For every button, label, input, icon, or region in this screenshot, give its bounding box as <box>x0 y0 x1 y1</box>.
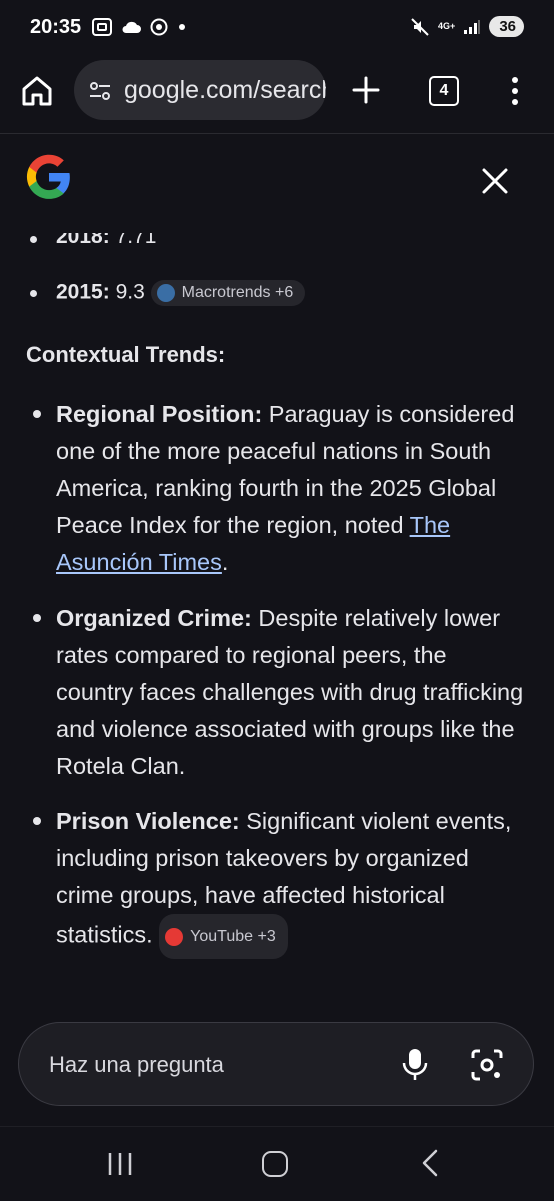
battery-indicator: 36 <box>489 16 524 37</box>
nav-home-icon[interactable] <box>262 1151 288 1177</box>
list-item-prison-violence: Prison Violence: Significant violent eve… <box>56 803 530 959</box>
lens-icon[interactable] <box>470 1048 504 1082</box>
item-title: Prison Violence: <box>56 808 240 834</box>
status-icons-right: 4G+ 36 <box>410 16 524 37</box>
url-bar[interactable]: google.com/search <box>74 60 326 120</box>
tabs-icon[interactable]: 4 <box>429 76 459 106</box>
bullet-dot <box>33 614 41 622</box>
chip-label: Macrotrends +6 <box>181 284 294 301</box>
item-title: Regional Position: <box>56 401 263 427</box>
cloud-icon <box>122 21 141 33</box>
google-logo <box>26 154 70 199</box>
bullet-dot <box>30 290 37 297</box>
status-time: 20:35 <box>30 16 82 38</box>
youtube-icon <box>165 927 184 946</box>
bullet-dot <box>33 817 41 825</box>
macrotrends-icon <box>156 284 175 302</box>
plus-icon[interactable] <box>350 74 382 106</box>
mic-icon[interactable] <box>401 1047 429 1081</box>
chip-label: YouTube +3 <box>190 928 276 945</box>
system-nav-bar <box>0 1126 554 1201</box>
network-type: 4G+ <box>438 21 456 31</box>
chrome-icon <box>150 18 168 36</box>
screenshot-icon <box>92 18 112 36</box>
dot-icon <box>179 24 185 30</box>
url-text[interactable]: google.com/search <box>124 76 326 105</box>
year-value: 9.3 <box>115 280 145 304</box>
source-chip-youtube[interactable]: YouTube +3 <box>159 914 288 959</box>
back-icon[interactable] <box>420 1149 440 1177</box>
year-label: 2018: <box>56 225 110 248</box>
mute-icon <box>411 17 429 36</box>
browser-toolbar: google.com/search 4 <box>0 58 554 134</box>
year-value: 7.71 <box>115 225 157 248</box>
item-text: Despite relatively lower rates compared … <box>56 605 524 779</box>
status-icons-left <box>92 18 187 36</box>
list-item-regional-position: Regional Position: Paraguay is considere… <box>56 396 530 581</box>
year-label: 2015: <box>56 280 110 304</box>
home-icon[interactable] <box>20 74 54 108</box>
more-vert-icon[interactable] <box>510 76 520 106</box>
source-chip-macrotrends[interactable]: Macrotrends +6 <box>150 280 306 306</box>
signal-icon <box>464 19 481 34</box>
item-text-end: . <box>221 549 229 575</box>
item-title: Organized Crime: <box>56 605 252 631</box>
list-item-2018: 2018: 7.71 <box>56 225 157 249</box>
ask-input[interactable]: Haz una pregunta <box>49 1052 224 1078</box>
status-bar: 20:35 4G+ 36 <box>0 0 554 58</box>
site-settings-icon[interactable] <box>88 79 112 103</box>
list-item-organized-crime: Organized Crime: Despite relatively lowe… <box>56 600 530 785</box>
ask-input-bar[interactable]: Haz una pregunta <box>18 1022 534 1106</box>
bullet-dot <box>33 410 41 418</box>
bullet-dot <box>30 236 37 243</box>
recent-apps-icon[interactable] <box>106 1151 134 1177</box>
section-title: Contextual Trends: <box>26 342 226 367</box>
close-icon[interactable] <box>478 164 512 198</box>
list-item-2015: 2015: 9.3 Macrotrends +6 <box>56 280 306 306</box>
ai-overview-panel: 2018: 7.71 2015: 9.3 Macrotrends +6 Cont… <box>0 134 554 1024</box>
